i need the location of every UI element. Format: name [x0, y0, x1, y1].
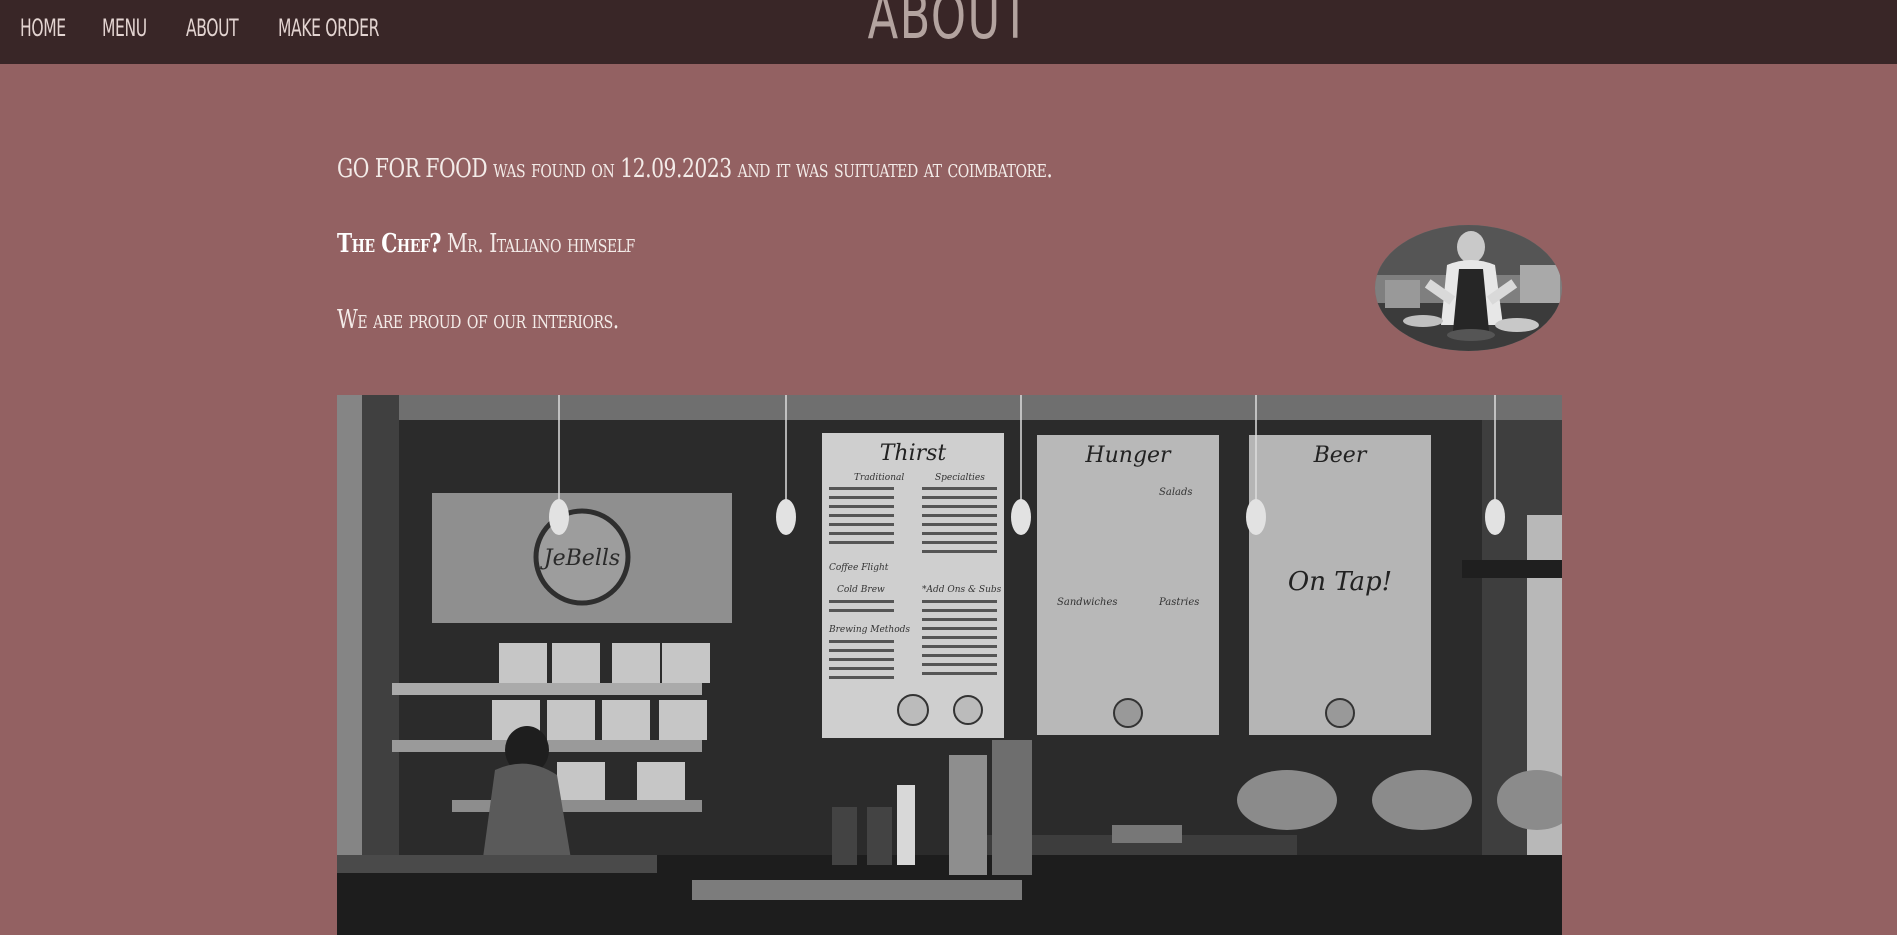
interiors-text: We are proud of our interiors. [337, 305, 619, 335]
founding-text: GO FOR FOOD was found on 12.09.2023 and … [337, 154, 1053, 184]
logo-text: JeBells [540, 546, 620, 571]
hunger-section-sandwiches: Sandwiches [1057, 597, 1118, 608]
top-navbar: HOME MENU ABOUT MAKE ORDER ABOUT [0, 0, 1897, 64]
thirst-section-coffee-flight: Coffee Flight [829, 563, 889, 573]
chef-label: The Chef? [337, 229, 441, 259]
thirst-section-specialties: Specialties [935, 473, 985, 483]
thirst-section-traditional: Traditional [854, 473, 904, 483]
page-title-text: ABOUT [867, 0, 1030, 53]
board-hunger-title: Hunger [1084, 443, 1172, 468]
thirst-section-add-ons: *Add Ons & Subs [922, 585, 1002, 595]
interior-photo-image: JeBells Thirst Traditional Specialties C… [337, 395, 1562, 935]
board-thirst-title: Thirst [880, 441, 947, 466]
page-title: ABOUT [0, 0, 1897, 53]
chef-photo-image [1375, 225, 1562, 351]
thirst-section-brewing-methods: Brewing Methods [828, 625, 910, 635]
chef-line: The Chef? Mr. Italiano himself [337, 229, 635, 259]
chef-name: Mr. Italiano himself [440, 229, 635, 259]
board-on-tap: On Tap! [1288, 567, 1392, 597]
hunger-section-pastries: Pastries [1158, 597, 1199, 608]
hunger-section-salads: Salads [1159, 487, 1193, 498]
interior-photo: JeBells Thirst Traditional Specialties C… [337, 395, 1562, 935]
thirst-section-cold-brew: Cold Brew [837, 585, 885, 595]
chef-photo [1375, 225, 1562, 351]
board-beer-title: Beer [1313, 443, 1368, 468]
